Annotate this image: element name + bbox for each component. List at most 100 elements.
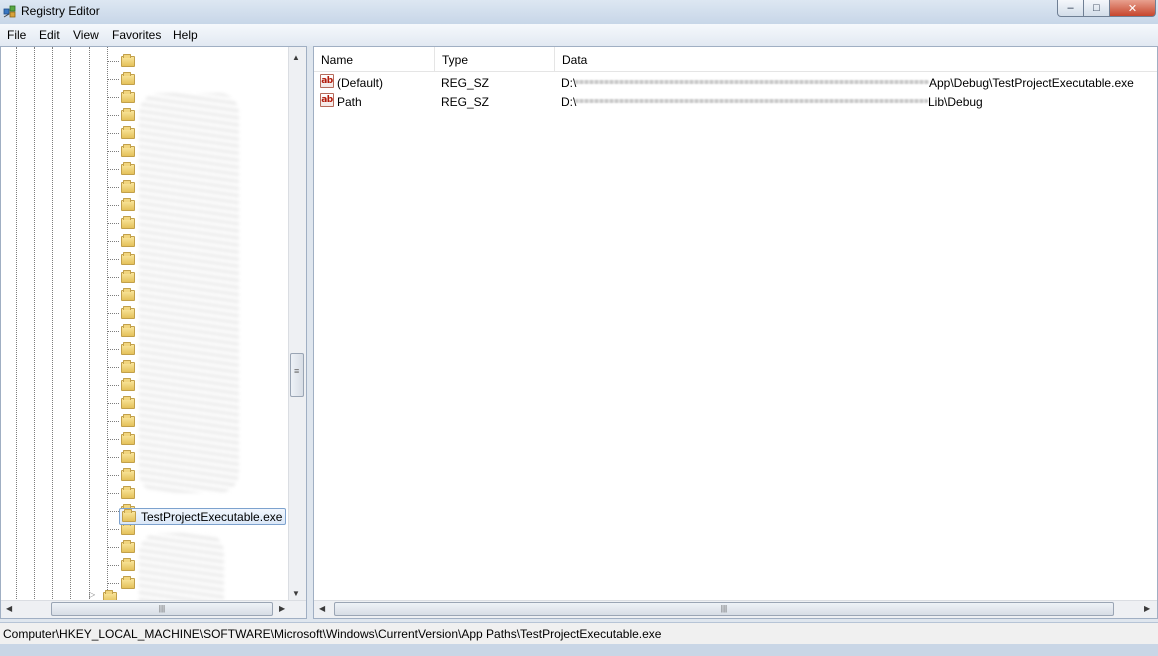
value-data-suffix: App\Debug\TestProjectExecutable.exe — [929, 76, 1134, 90]
tree-item-label: TestProjectExecutable.exe — [141, 510, 283, 524]
menu-view[interactable]: View — [73, 28, 99, 42]
folder-icon[interactable] — [121, 162, 135, 175]
values-horizontal-scroll-thumb[interactable]: ||| — [334, 602, 1114, 616]
current-key-path: Computer\HKEY_LOCAL_MACHINE\SOFTWARE\Mic… — [3, 627, 662, 641]
folder-icon[interactable] — [121, 342, 135, 355]
tree-connector-line — [107, 187, 119, 188]
values-pane[interactable]: Name Type Data ab (Default) REG_SZ D:\ A… — [313, 46, 1158, 619]
window-title: Registry Editor — [21, 4, 100, 18]
tree-guide-line — [70, 47, 71, 601]
reg-sz-icon: ab — [320, 74, 334, 88]
folder-icon[interactable] — [121, 378, 135, 391]
expand-arrow-icon[interactable]: ▷ — [89, 590, 95, 599]
folder-icon[interactable] — [121, 486, 135, 499]
tree-connector-line — [107, 97, 119, 98]
scroll-left-icon[interactable]: ◀ — [319, 604, 325, 613]
tree-connector-line — [107, 331, 119, 332]
scroll-up-icon[interactable]: ▲ — [292, 53, 300, 62]
folder-icon[interactable] — [121, 270, 135, 283]
maximize-button[interactable]: □ — [1084, 0, 1110, 17]
folder-icon[interactable] — [121, 288, 135, 301]
folder-icon[interactable] — [121, 252, 135, 265]
key-tree-pane[interactable]: TestProjectExecutable.exe ▷ ▲ ≡ ▼ ◀ ||| … — [0, 46, 307, 619]
folder-icon[interactable] — [121, 72, 135, 85]
tree-vertical-scrollbar[interactable]: ▲ ≡ ▼ — [288, 47, 306, 603]
value-row-default[interactable]: ab (Default) REG_SZ D:\ App\Debug\TestPr… — [314, 73, 1157, 92]
folder-icon[interactable] — [121, 432, 135, 445]
tree-connector-line — [107, 241, 119, 242]
tree-connector-line — [107, 277, 119, 278]
scroll-down-icon[interactable]: ▼ — [292, 589, 300, 598]
scroll-left-icon[interactable]: ◀ — [6, 604, 12, 613]
redacted-path-segment — [575, 99, 928, 103]
menu-help[interactable]: Help — [173, 28, 198, 42]
grip-icon: ≡ — [294, 366, 300, 376]
column-header-type[interactable]: Type — [435, 47, 555, 71]
folder-icon[interactable] — [121, 396, 135, 409]
scroll-right-icon[interactable]: ▶ — [1144, 604, 1150, 613]
column-header-data[interactable]: Data — [555, 47, 1155, 71]
folder-icon[interactable] — [121, 324, 135, 337]
tree-guide-line — [34, 47, 35, 601]
tree-guide-line — [89, 47, 90, 601]
folder-icon[interactable] — [121, 198, 135, 211]
tree-connector-line — [107, 349, 119, 350]
tree-connector-line — [107, 223, 119, 224]
tree-connector-line — [107, 61, 119, 62]
tree-connector-line — [107, 475, 119, 476]
folder-icon[interactable] — [121, 234, 135, 247]
folder-icon[interactable] — [121, 54, 135, 67]
grip-icon: ||| — [720, 604, 728, 613]
window-controls: ‒ □ ✕ — [1057, 0, 1156, 17]
tree-horizontal-scroll-thumb[interactable]: ||| — [51, 602, 273, 616]
value-data-prefix: D:\ — [561, 76, 577, 90]
folder-icon — [122, 509, 136, 522]
value-row-path[interactable]: ab Path REG_SZ D:\ Lib\Debug — [314, 92, 1157, 111]
tree-item-selected[interactable]: TestProjectExecutable.exe — [119, 508, 287, 525]
folder-icon[interactable] — [121, 360, 135, 373]
maximize-icon: □ — [1093, 2, 1100, 14]
folder-icon[interactable] — [121, 180, 135, 193]
column-header-name[interactable]: Name — [314, 47, 435, 71]
redacted-key-names — [139, 93, 239, 493]
folder-icon[interactable] — [121, 540, 135, 553]
tree-connector-line — [107, 313, 119, 314]
window-bottom-edge — [0, 644, 1158, 656]
tree-connector-line — [107, 295, 119, 296]
menu-edit[interactable]: Edit — [39, 28, 60, 42]
grip-icon: ||| — [158, 604, 166, 613]
registry-editor-icon — [3, 5, 16, 18]
folder-icon[interactable] — [121, 450, 135, 463]
tree-connector-line — [107, 421, 119, 422]
tree-horizontal-scrollbar[interactable]: ◀ ||| ▶ — [1, 600, 306, 618]
value-type: REG_SZ — [441, 95, 490, 109]
tree-vertical-scroll-thumb[interactable]: ≡ — [290, 353, 304, 397]
tree-connector-line — [107, 259, 119, 260]
close-button[interactable]: ✕ — [1110, 0, 1156, 17]
title-bar[interactable]: Registry Editor ‒ □ ✕ — [0, 0, 1158, 24]
folder-icon[interactable] — [121, 216, 135, 229]
folder-icon[interactable] — [121, 306, 135, 319]
menu-favorites[interactable]: Favorites — [112, 28, 161, 42]
menu-file[interactable]: File — [7, 28, 26, 42]
folder-icon[interactable] — [121, 558, 135, 571]
tree-connector-line — [107, 529, 119, 530]
scroll-right-icon[interactable]: ▶ — [279, 604, 285, 613]
folder-icon[interactable] — [121, 576, 135, 589]
minimize-button[interactable]: ‒ — [1057, 0, 1084, 17]
status-bar: Computer\HKEY_LOCAL_MACHINE\SOFTWARE\Mic… — [0, 622, 1158, 645]
tree-connector-line — [107, 205, 119, 206]
tree-connector-line — [107, 547, 119, 548]
minimize-icon: ‒ — [1067, 2, 1074, 14]
folder-icon[interactable] — [121, 90, 135, 103]
folder-icon[interactable] — [121, 414, 135, 427]
values-header: Name Type Data — [314, 47, 1157, 72]
values-horizontal-scrollbar[interactable]: ◀ ||| ▶ — [314, 600, 1157, 618]
tree-connector-line — [107, 151, 119, 152]
folder-icon[interactable] — [121, 522, 135, 535]
tree-connector-line — [107, 403, 119, 404]
folder-icon[interactable] — [121, 108, 135, 121]
folder-icon[interactable] — [121, 144, 135, 157]
folder-icon[interactable] — [121, 468, 135, 481]
folder-icon[interactable] — [121, 126, 135, 139]
